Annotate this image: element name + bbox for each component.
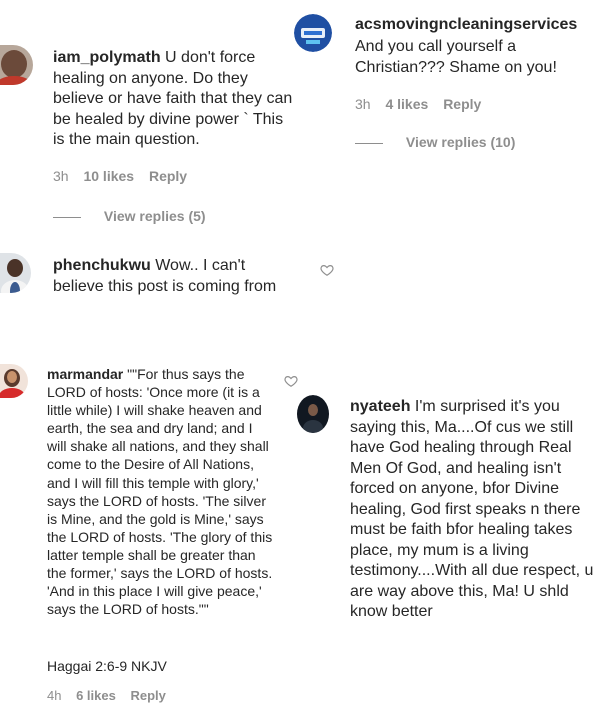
comment-time: 3h [355,96,371,112]
comment-time: 3h [53,168,69,184]
reply-button[interactable]: Reply [149,168,187,184]
replies-divider [53,216,81,218]
comment-username[interactable]: acsmovingncleaningservices [355,15,577,36]
reply-button[interactable]: Reply [443,96,481,112]
avatar[interactable] [297,395,329,433]
reply-button[interactable]: Reply [130,688,165,703]
view-replies-label: View replies (5) [103,208,206,224]
comment-body: ""For thus says the LORD of hosts: 'Once… [47,366,273,618]
view-replies-label: View replies (10) [405,134,516,150]
scripture-reference: Haggai 2:6-9 NKJV [47,658,167,674]
avatar-image [0,253,31,293]
avatar-image [0,45,33,85]
avatar-image [294,14,332,52]
comment-username[interactable]: phenchukwu [53,257,151,274]
view-replies-button[interactable]: View replies (10) [355,134,515,150]
comment-meta: 3h 10 likes Reply [53,168,198,184]
comment-body: And you call yourself a Christian??? Sha… [355,38,557,76]
avatar[interactable] [0,253,31,293]
view-replies-button[interactable]: View replies (5) [53,208,206,224]
comment-meta: 4h 6 likes Reply [47,688,177,703]
avatar-image [0,364,28,398]
avatar[interactable] [0,364,28,398]
comment-text: iam_polymath U don't force healing on an… [53,48,293,151]
comment-body: I'm surprised it's you saying this, Ma..… [350,398,594,620]
comment-meta: 3h 4 likes Reply [355,96,492,112]
replies-divider [355,142,383,144]
comment-username[interactable]: iam_polymath [53,49,161,66]
like-button[interactable] [320,263,334,277]
heart-outline-icon [320,265,334,276]
comment-text: nyateeh I'm surprised it's you saying th… [350,397,595,623]
comment-username[interactable]: nyateeh [350,398,410,415]
comment-likes[interactable]: 6 likes [76,688,116,703]
heart-outline-icon [284,376,298,387]
comment-text: phenchukwu Wow.. I can't believe this po… [53,256,298,297]
avatar-image [297,395,329,433]
comment-likes[interactable]: 10 likes [83,168,134,184]
comment-time: 4h [47,688,62,703]
like-button[interactable] [284,374,298,388]
comment-likes[interactable]: 4 likes [385,96,428,112]
avatar[interactable] [294,14,332,52]
comment-username[interactable]: marmandar [47,366,123,382]
avatar[interactable] [0,45,33,85]
comment-text: marmandar ""For thus says the LORD of ho… [47,365,273,618]
